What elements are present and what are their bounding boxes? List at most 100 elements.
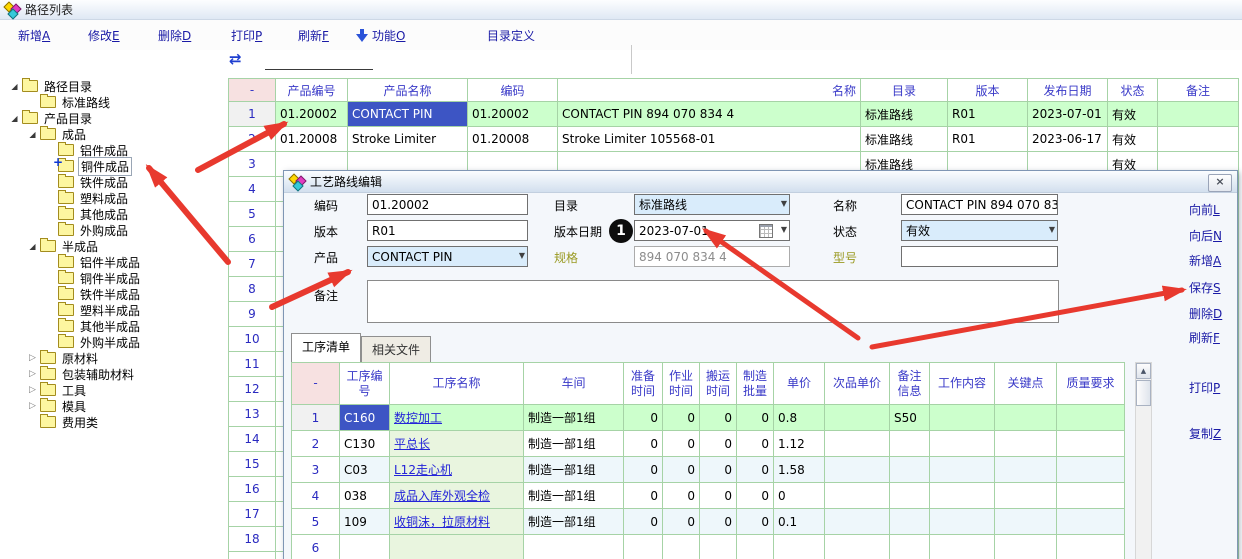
operation-row[interactable]: 6 — [292, 535, 1125, 559]
cell[interactable] — [1057, 431, 1125, 457]
catalog-dropdown[interactable]: 标准路线▼ — [634, 194, 790, 215]
cell[interactable]: 制造一部1组 — [524, 457, 624, 483]
cell[interactable] — [1158, 127, 1239, 152]
cell[interactable] — [890, 457, 930, 483]
scroll-up-icon[interactable]: ▲ — [1136, 363, 1151, 379]
cell[interactable] — [995, 509, 1057, 535]
chevron-down-icon[interactable]: ▼ — [781, 225, 787, 234]
cell[interactable]: 0 — [624, 405, 663, 431]
cell[interactable]: 01.20008 — [276, 127, 348, 152]
version-input[interactable]: R01 — [367, 220, 528, 241]
cell[interactable] — [774, 535, 825, 559]
cell[interactable]: R01 — [948, 127, 1028, 152]
cell[interactable]: S50 — [890, 405, 930, 431]
cell[interactable] — [1057, 483, 1125, 509]
cell[interactable]: 0 — [737, 483, 774, 509]
cell[interactable]: 0 — [624, 457, 663, 483]
cell[interactable]: C03 — [340, 457, 390, 483]
cell[interactable]: 01.20008 — [468, 127, 558, 152]
tree-item[interactable]: ▷包装辅助材料 — [2, 366, 226, 382]
cell[interactable] — [995, 431, 1057, 457]
cell[interactable]: 成品入库外观全检 — [390, 483, 524, 509]
tree-item[interactable]: 铜件半成品 — [2, 270, 226, 286]
cell[interactable] — [930, 405, 995, 431]
tree-item-selected[interactable]: +铜件成品 — [2, 158, 226, 174]
cell[interactable] — [890, 509, 930, 535]
operation-row[interactable]: 3C03L12走心机制造一部1组00001.58 — [292, 457, 1125, 483]
cell[interactable] — [1057, 457, 1125, 483]
cell[interactable] — [340, 535, 390, 559]
cell[interactable]: C160 — [340, 405, 390, 431]
cell[interactable]: 0 — [700, 431, 737, 457]
cell[interactable] — [825, 535, 890, 559]
cell[interactable] — [700, 535, 737, 559]
cell[interactable] — [825, 405, 890, 431]
cell[interactable]: 0 — [737, 509, 774, 535]
tree-item[interactable]: 费用类 — [2, 414, 226, 430]
toolbar-edit-button[interactable]: 修改E — [88, 27, 120, 44]
tree-item[interactable]: 其他成品 — [2, 206, 226, 222]
cell[interactable]: 标准路线 — [861, 102, 948, 127]
tree-item[interactable]: 铝件半成品 — [2, 254, 226, 270]
cell[interactable]: 数控加工 — [390, 405, 524, 431]
cell[interactable] — [1057, 535, 1125, 559]
cell[interactable]: 0 — [700, 509, 737, 535]
calendar-icon[interactable] — [759, 224, 773, 238]
tree-item[interactable]: 塑料成品 — [2, 190, 226, 206]
cell[interactable] — [390, 535, 524, 559]
cell[interactable] — [930, 483, 995, 509]
cell[interactable]: 1.58 — [774, 457, 825, 483]
chevron-down-icon[interactable]: ▼ — [519, 251, 525, 260]
toolbar-function-menu-button[interactable]: 功能O — [356, 27, 405, 44]
tree-item[interactable]: 塑料半成品 — [2, 302, 226, 318]
cell[interactable]: 109 — [340, 509, 390, 535]
toolbar-add-button[interactable]: 新增A — [18, 27, 50, 44]
dialog-delete-button[interactable]: 删除D — [1189, 305, 1237, 322]
cell[interactable]: 0 — [700, 457, 737, 483]
tab-related-files[interactable]: 相关文件 — [361, 336, 431, 362]
toolbar-directory-define-button[interactable]: 目录定义 — [487, 27, 535, 44]
cell[interactable] — [995, 535, 1057, 559]
cell[interactable] — [737, 535, 774, 559]
chevron-down-icon[interactable]: ▼ — [1049, 225, 1055, 234]
dialog-prev-button[interactable]: 向前L — [1189, 201, 1237, 218]
cell[interactable]: CONTACT PIN — [348, 102, 468, 127]
cell[interactable]: R01 — [948, 102, 1028, 127]
cell[interactable] — [995, 405, 1057, 431]
cell[interactable]: Stroke Limiter 105568-01 — [558, 127, 861, 152]
close-icon[interactable]: × — [1208, 174, 1232, 192]
cell[interactable]: 0 — [624, 509, 663, 535]
cell[interactable]: Stroke Limiter — [348, 127, 468, 152]
tree-item[interactable]: 铁件成品 — [2, 174, 226, 190]
cell[interactable]: 2023-07-01 — [1028, 102, 1108, 127]
tree-item[interactable]: 外购半成品 — [2, 334, 226, 350]
toolbar-delete-button[interactable]: 删除D — [158, 27, 191, 44]
cell[interactable] — [930, 431, 995, 457]
tree-collapsed-icon[interactable]: ▷ — [26, 353, 39, 363]
cell[interactable]: 制造一部1组 — [524, 509, 624, 535]
cell[interactable]: 0 — [737, 431, 774, 457]
tree-item[interactable]: 铁件半成品 — [2, 286, 226, 302]
tree-expanded-icon[interactable]: ◢ — [8, 82, 21, 91]
cell[interactable] — [930, 457, 995, 483]
cell[interactable] — [825, 457, 890, 483]
dialog-copy-button[interactable]: 复制Z — [1189, 425, 1237, 442]
cell[interactable]: 01.20002 — [468, 102, 558, 127]
operation-row[interactable]: 2C130平总长制造一部1组00001.12 — [292, 431, 1125, 457]
operation-row[interactable]: 5109收铜沫，拉原材料制造一部1组00000.1 — [292, 509, 1125, 535]
tab-operation-list[interactable]: 工序清单 — [291, 333, 361, 362]
chevron-down-icon[interactable]: ▼ — [781, 199, 787, 208]
cell[interactable]: 0 — [663, 431, 700, 457]
tree-collapsed-icon[interactable]: ▷ — [26, 401, 39, 411]
product-dropdown[interactable]: CONTACT PIN▼ — [367, 246, 528, 267]
cell[interactable]: 0 — [700, 405, 737, 431]
cell[interactable]: 0 — [663, 483, 700, 509]
tree-expanded-icon[interactable]: ◢ — [26, 242, 39, 251]
tree-item[interactable]: 其他半成品 — [2, 318, 226, 334]
cell[interactable]: 0 — [737, 457, 774, 483]
cell[interactable] — [995, 457, 1057, 483]
dialog-add-button[interactable]: 新增A — [1189, 252, 1237, 269]
cell[interactable]: 收铜沫，拉原材料 — [390, 509, 524, 535]
tree-expanded-icon[interactable]: ◢ — [8, 114, 21, 123]
cell[interactable] — [995, 483, 1057, 509]
